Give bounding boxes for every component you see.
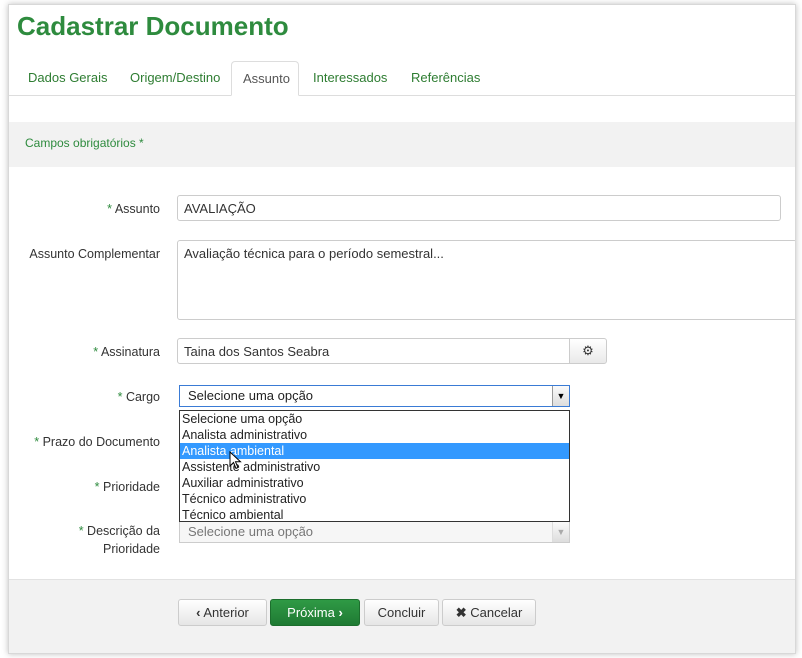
assinatura-input[interactable]: Taina dos Santos Seabra — [177, 338, 570, 364]
required-fields-text: Campos obrigatórios * — [25, 136, 144, 150]
tab-assunto[interactable]: Assunto — [231, 61, 299, 96]
assunto-complementar-textarea[interactable]: Avaliação técnica para o período semestr… — [177, 240, 795, 320]
page-title: Cadastrar Documento — [17, 11, 289, 41]
chevron-right-icon: › — [338, 605, 343, 620]
cancelar-button[interactable]: ✖ Cancelar — [442, 599, 536, 626]
cargo-select[interactable]: Selecione uma opção ▼ — [179, 385, 570, 407]
assinatura-label: * Assinatura — [93, 345, 160, 359]
tab-dados-gerais[interactable]: Dados Gerais — [17, 61, 118, 95]
tab-bar: Dados Gerais Origem/Destino Assunto Inte… — [9, 61, 795, 96]
chevron-left-icon: ‹ — [196, 605, 201, 620]
cargo-selected-value: Selecione uma opção — [188, 388, 314, 403]
assunto-complementar-label: Assunto Complementar — [29, 247, 160, 261]
form-window: Cadastrar Documento Dados Gerais Origem/… — [8, 4, 796, 654]
concluir-button[interactable]: Concluir — [364, 599, 439, 626]
mouse-cursor-icon — [229, 451, 242, 470]
tab-interessados[interactable]: Interessados — [302, 61, 398, 95]
chevron-down-icon: ▼ — [552, 522, 569, 542]
cargo-option[interactable]: Técnico administrativo — [180, 491, 569, 507]
gear-icon: ⚙ — [582, 343, 594, 358]
chevron-down-icon[interactable]: ▼ — [552, 386, 569, 406]
assinatura-settings-button[interactable]: ⚙ — [569, 338, 607, 364]
anterior-button[interactable]: ‹ Anterior — [178, 599, 267, 626]
required-mark: * — [107, 202, 113, 216]
prioridade-label: * Prioridade — [94, 480, 160, 494]
cargo-option[interactable]: Técnico ambiental — [180, 507, 569, 523]
descricao-prioridade-value: Selecione uma opção — [188, 524, 314, 539]
tab-referencias[interactable]: Referências — [400, 61, 491, 95]
cargo-label: * Cargo — [117, 390, 160, 404]
assunto-label: * Assunto — [107, 202, 160, 216]
descricao-prioridade-select: Selecione uma opção ▼ — [179, 521, 570, 543]
cargo-option[interactable]: Selecione uma opção — [180, 411, 569, 427]
tab-origem-destino[interactable]: Origem/Destino — [119, 61, 231, 95]
form-footer: ‹ Anterior Próxima › Concluir ✖ Cancelar — [9, 579, 795, 653]
prazo-label: * Prazo do Documento — [34, 435, 160, 449]
descricao-prioridade-label: * Descrição da Prioridade — [78, 524, 160, 556]
close-icon: ✖ — [455, 605, 467, 620]
proxima-button[interactable]: Próxima › — [270, 599, 360, 626]
cargo-option[interactable]: Auxiliar administrativo — [180, 475, 569, 491]
required-fields-notice: Campos obrigatórios * — [9, 122, 795, 167]
assunto-input[interactable]: AVALIAÇÃO — [177, 195, 781, 221]
cargo-option[interactable]: Analista administrativo — [180, 427, 569, 443]
